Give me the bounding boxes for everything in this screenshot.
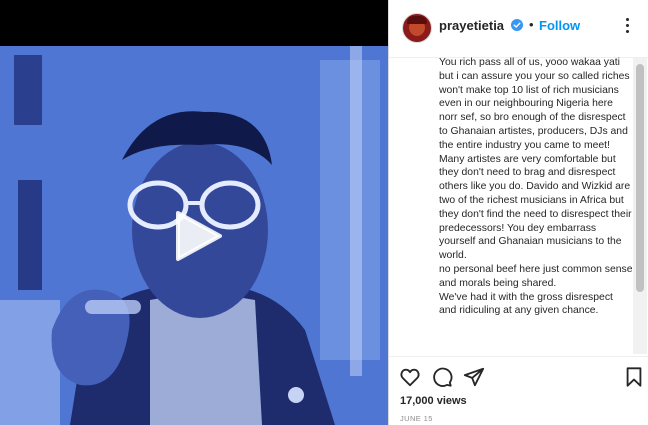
avatar[interactable] <box>402 13 432 43</box>
caption-scrollbar[interactable] <box>633 58 647 354</box>
action-bar <box>389 360 648 392</box>
view-count[interactable]: 17,000 views <box>400 395 467 407</box>
comment-icon[interactable] <box>431 366 453 388</box>
scrollbar-thumb[interactable] <box>636 64 644 292</box>
post-header: prayetietia • Follow <box>389 0 648 58</box>
post-caption: You rich pass all of us, yooo wakaa yati… <box>439 57 633 317</box>
post-details-panel: prayetietia • Follow You rich pass all o… <box>389 0 648 425</box>
section-divider <box>389 356 648 357</box>
video-player[interactable] <box>0 0 388 425</box>
bookmark-icon[interactable] <box>623 366 645 388</box>
more-options-icon[interactable] <box>621 16 635 36</box>
verified-badge-icon <box>511 19 523 31</box>
username-link[interactable]: prayetietia <box>439 18 504 33</box>
heart-icon[interactable] <box>399 366 421 388</box>
follow-button[interactable]: Follow <box>539 18 580 33</box>
separator-dot: • <box>529 17 534 32</box>
post-date[interactable]: JUNE 15 <box>400 414 433 423</box>
share-icon[interactable] <box>463 366 485 388</box>
play-icon[interactable] <box>170 209 224 263</box>
